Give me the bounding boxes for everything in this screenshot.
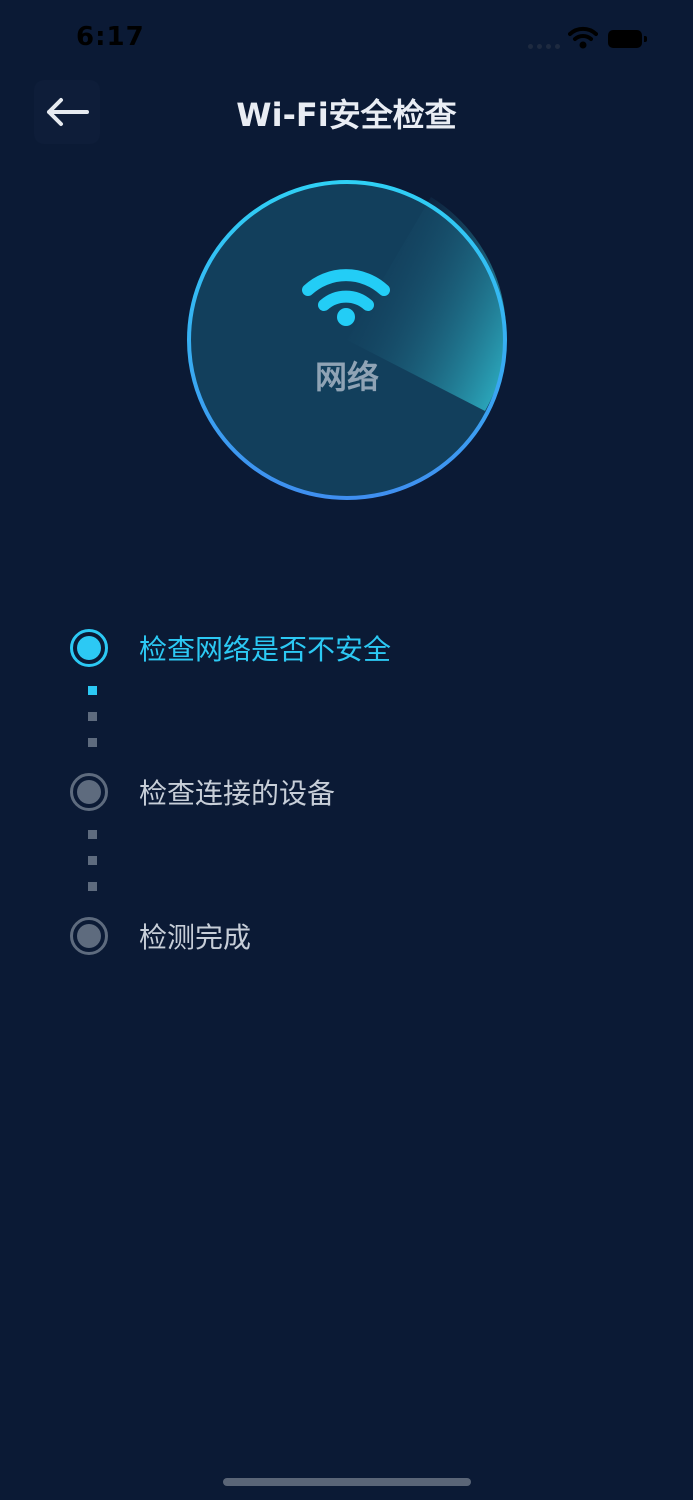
progress-dot (88, 712, 97, 721)
progress-dot (88, 738, 97, 747)
step-check-network: 检查网络是否不安全 (70, 627, 570, 669)
step-complete: 检测完成 (70, 915, 570, 957)
scan-label: 网络 (314, 358, 379, 396)
battery-icon (608, 30, 647, 48)
wifi-status-icon (568, 26, 598, 49)
step-label: 检测完成 (139, 921, 252, 954)
step-check-devices: 检查连接的设备 (70, 771, 570, 813)
cellular-signal-icon (528, 44, 560, 49)
progress-dot (88, 686, 97, 695)
progress-dot (88, 856, 97, 865)
step-label: 检查网络是否不安全 (139, 633, 392, 666)
progress-dot (88, 882, 97, 891)
status-bar: 6:17 (0, 0, 693, 80)
step-pending-indicator (70, 917, 108, 955)
progress-dot (88, 830, 97, 839)
page-title: Wi-Fi安全检查 (236, 96, 457, 134)
home-indicator[interactable] (223, 1478, 471, 1486)
step-pending-indicator (70, 773, 108, 811)
scan-radar (187, 180, 507, 500)
status-time: 6:17 (76, 22, 145, 52)
step-active-indicator (70, 629, 108, 667)
step-label: 检查连接的设备 (139, 777, 336, 810)
nav-bar: Wi-Fi安全检查 (0, 80, 693, 144)
